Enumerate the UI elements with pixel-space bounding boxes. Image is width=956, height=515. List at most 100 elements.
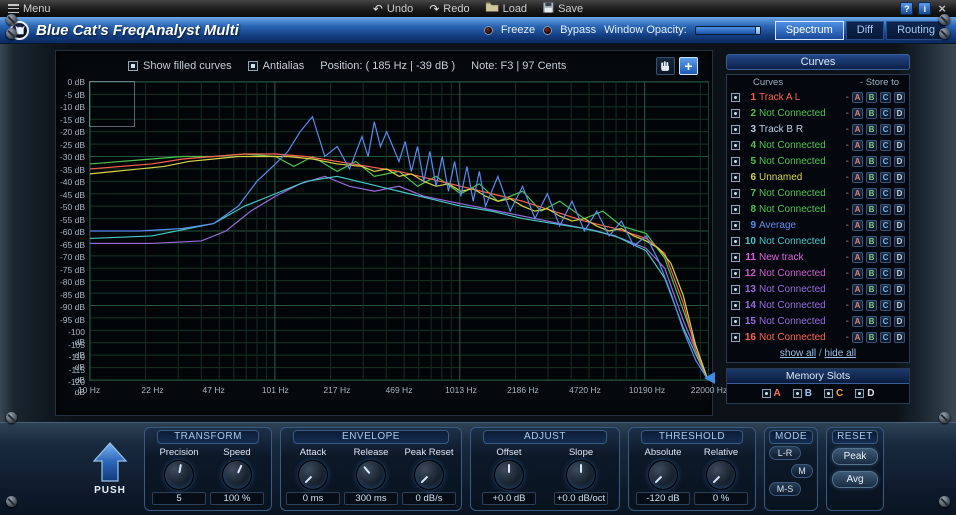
mode-ms-button[interactable]: M-S: [769, 482, 801, 496]
store-to-b-button[interactable]: B: [866, 268, 877, 279]
visibility-toggle-icon[interactable]: [731, 93, 740, 102]
info-button[interactable]: i: [918, 2, 931, 15]
curve-name[interactable]: Not Connected: [759, 300, 843, 311]
store-to-d-button[interactable]: D: [894, 332, 905, 343]
store-to-a-button[interactable]: A: [852, 156, 863, 167]
store-to-a-button[interactable]: A: [852, 220, 863, 231]
store-to-b-button[interactable]: B: [866, 108, 877, 119]
store-to-b-button[interactable]: B: [866, 156, 877, 167]
store-to-a-button[interactable]: A: [852, 172, 863, 183]
curve-name[interactable]: Not Connected: [759, 332, 843, 343]
store-to-a-button[interactable]: A: [852, 284, 863, 295]
relative-knob[interactable]: [706, 460, 736, 490]
store-to-b-button[interactable]: B: [866, 316, 877, 327]
attack-knob[interactable]: [298, 460, 328, 490]
reset-peak-button[interactable]: Peak: [832, 448, 878, 465]
store-to-a-button[interactable]: A: [852, 236, 863, 247]
visibility-toggle-icon[interactable]: [731, 301, 740, 310]
precision-knob[interactable]: [164, 460, 194, 490]
store-to-a-button[interactable]: A: [852, 124, 863, 135]
visibility-toggle-icon[interactable]: [731, 237, 740, 246]
store-to-a-button[interactable]: A: [852, 204, 863, 215]
store-to-b-button[interactable]: B: [866, 140, 877, 151]
memory-slot-b[interactable]: B: [793, 388, 812, 399]
store-to-a-button[interactable]: A: [852, 108, 863, 119]
scale-slider-handle[interactable]: [704, 372, 715, 384]
bypass-led[interactable]: [543, 26, 552, 35]
peak-reset-knob[interactable]: [414, 460, 444, 490]
store-to-a-button[interactable]: A: [852, 252, 863, 263]
slope-knob[interactable]: [566, 460, 596, 490]
store-to-c-button[interactable]: C: [880, 316, 891, 327]
curve-name[interactable]: Not Connected: [759, 140, 843, 151]
curve-name[interactable]: Average: [759, 220, 843, 231]
store-to-d-button[interactable]: D: [894, 204, 905, 215]
store-to-d-button[interactable]: D: [894, 140, 905, 151]
store-to-a-button[interactable]: A: [852, 332, 863, 343]
reset-avg-button[interactable]: Avg: [832, 471, 878, 488]
curve-name[interactable]: Not Connected: [759, 156, 843, 167]
visibility-toggle-icon[interactable]: [731, 317, 740, 326]
curve-name[interactable]: Not Connected: [759, 316, 843, 327]
store-to-c-button[interactable]: C: [880, 108, 891, 119]
show-all-link[interactable]: show all: [780, 348, 816, 359]
freeze-label[interactable]: Freeze: [501, 24, 535, 36]
store-to-c-button[interactable]: C: [880, 268, 891, 279]
store-to-b-button[interactable]: B: [866, 284, 877, 295]
store-to-a-button[interactable]: A: [852, 316, 863, 327]
curve-name[interactable]: Track B R: [759, 124, 843, 135]
visibility-toggle-icon[interactable]: [731, 221, 740, 230]
zoom-tool-button[interactable]: +: [679, 57, 698, 75]
offset-knob[interactable]: [494, 460, 524, 490]
visibility-toggle-icon[interactable]: [731, 141, 740, 150]
hide-all-link[interactable]: hide all: [824, 348, 856, 359]
store-to-d-button[interactable]: D: [894, 108, 905, 119]
store-to-d-button[interactable]: D: [894, 220, 905, 231]
visibility-toggle-icon[interactable]: [731, 125, 740, 134]
store-to-d-button[interactable]: D: [894, 284, 905, 295]
curve-name[interactable]: Not Connected: [759, 284, 843, 295]
close-button[interactable]: ×: [936, 2, 948, 15]
curve-name[interactable]: Unnamed: [759, 172, 843, 183]
store-to-b-button[interactable]: B: [866, 332, 877, 343]
store-to-d-button[interactable]: D: [894, 252, 905, 263]
undo-button[interactable]: ↶ Undo: [373, 2, 413, 16]
store-to-c-button[interactable]: C: [880, 172, 891, 183]
store-to-b-button[interactable]: B: [866, 172, 877, 183]
absolute-knob[interactable]: [648, 460, 678, 490]
redo-button[interactable]: ↷ Redo: [429, 2, 469, 16]
store-to-c-button[interactable]: C: [880, 300, 891, 311]
store-to-a-button[interactable]: A: [852, 188, 863, 199]
store-to-b-button[interactable]: B: [866, 252, 877, 263]
store-to-d-button[interactable]: D: [894, 316, 905, 327]
store-to-c-button[interactable]: C: [880, 284, 891, 295]
curve-name[interactable]: New track: [759, 252, 843, 263]
store-to-c-button[interactable]: C: [880, 188, 891, 199]
store-to-c-button[interactable]: C: [880, 252, 891, 263]
opacity-slider-handle[interactable]: [755, 27, 760, 34]
tab-spectrum[interactable]: Spectrum: [775, 21, 844, 40]
store-to-a-button[interactable]: A: [852, 140, 863, 151]
curve-name[interactable]: Not Connected: [759, 204, 843, 215]
antialias-checkbox[interactable]: Antialias: [248, 60, 305, 72]
memory-slot-a[interactable]: A: [762, 388, 781, 399]
tab-diff[interactable]: Diff: [846, 21, 884, 40]
store-to-d-button[interactable]: D: [894, 156, 905, 167]
store-to-c-button[interactable]: C: [880, 140, 891, 151]
store-to-c-button[interactable]: C: [880, 156, 891, 167]
memory-slot-d[interactable]: D: [855, 388, 874, 399]
push-button[interactable]: PUSH: [92, 442, 128, 496]
save-button[interactable]: Save: [543, 2, 583, 16]
store-to-a-button[interactable]: A: [852, 268, 863, 279]
menu-button[interactable]: Menu: [8, 3, 51, 15]
freeze-led[interactable]: [484, 26, 493, 35]
load-button[interactable]: Load: [486, 2, 527, 16]
store-to-c-button[interactable]: C: [880, 220, 891, 231]
visibility-toggle-icon[interactable]: [731, 189, 740, 198]
store-to-a-button[interactable]: A: [852, 300, 863, 311]
store-to-c-button[interactable]: C: [880, 204, 891, 215]
visibility-toggle-icon[interactable]: [731, 109, 740, 118]
bypass-label[interactable]: Bypass: [560, 24, 596, 36]
store-to-a-button[interactable]: A: [852, 92, 863, 103]
store-to-d-button[interactable]: D: [894, 172, 905, 183]
